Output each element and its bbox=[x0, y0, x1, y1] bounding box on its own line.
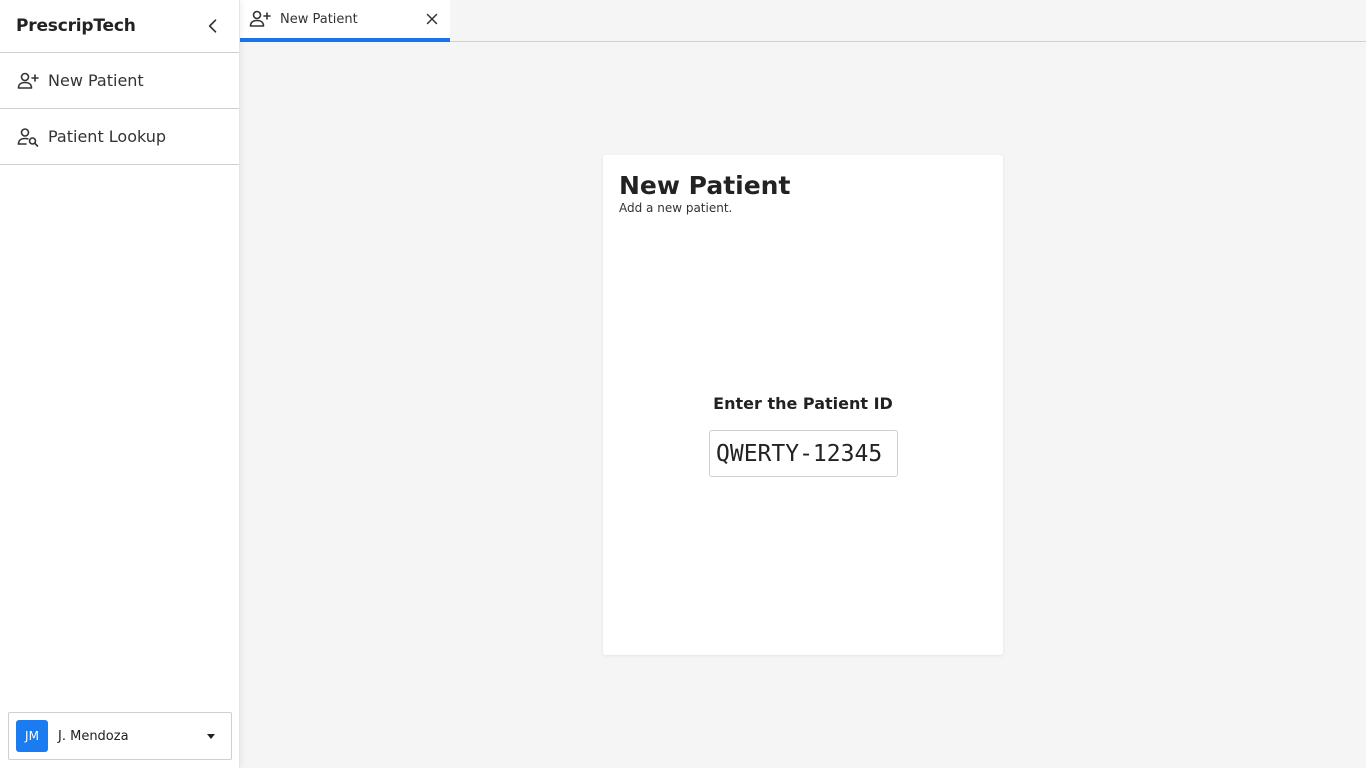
person-search-icon bbox=[16, 125, 40, 149]
person-add-icon bbox=[248, 7, 272, 31]
page-title: New Patient bbox=[619, 171, 791, 200]
page-subtitle: Add a new patient. bbox=[619, 201, 733, 215]
tab-new-patient[interactable]: New Patient bbox=[240, 0, 450, 42]
collapse-sidebar-button[interactable] bbox=[201, 14, 225, 38]
chevron-left-icon bbox=[208, 19, 217, 33]
user-name: J. Mendoza bbox=[58, 728, 129, 744]
brand-title: PrescripTech bbox=[16, 16, 136, 36]
sidebar-item-label: Patient Lookup bbox=[48, 127, 167, 146]
avatar: JM bbox=[16, 720, 48, 752]
sidebar-item-label: New Patient bbox=[48, 71, 144, 90]
sidebar-header: PrescripTech bbox=[0, 0, 239, 53]
sidebar-item-patient-lookup[interactable]: Patient Lookup bbox=[0, 109, 239, 165]
new-patient-card: New Patient Add a new patient. Enter the… bbox=[603, 155, 1003, 655]
close-icon bbox=[426, 13, 438, 25]
close-tab-button[interactable] bbox=[422, 9, 442, 29]
sidebar: PrescripTech New Patient Patient Lookup … bbox=[0, 0, 240, 768]
patient-id-label: Enter the Patient ID bbox=[713, 394, 893, 413]
patient-id-input[interactable] bbox=[709, 430, 898, 477]
person-add-icon bbox=[16, 69, 40, 93]
caret-down-icon bbox=[199, 724, 223, 748]
user-menu[interactable]: JM J. Mendoza bbox=[8, 712, 232, 760]
tab-bar: New Patient bbox=[240, 0, 1366, 42]
tab-label: New Patient bbox=[280, 11, 358, 27]
sidebar-item-new-patient[interactable]: New Patient bbox=[0, 53, 239, 109]
